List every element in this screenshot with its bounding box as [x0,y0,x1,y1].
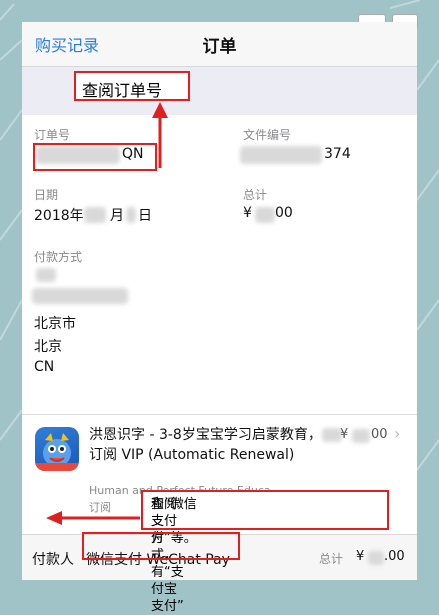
page-title: 订单 [202,37,237,57]
redacted-month [84,207,106,223]
navigation-bar: 购买记录 订单 [22,22,417,67]
footer-total-currency: ¥ [356,549,365,564]
app-name: 洪恩识字 - 3-8岁宝宝学习启蒙教育， 订阅 VIP (Automatic Re… [89,425,344,465]
date-label: 日期 [34,188,59,202]
document-number-value: 374 [324,146,351,162]
payment-method-highlight-box [82,532,240,560]
redacted-address-line [32,288,128,304]
redacted-footer-total [368,551,384,565]
item-price-currency: ¥ [340,427,349,442]
redacted-payment-line [36,268,56,282]
redacted-day [126,207,136,223]
chevron-right-icon: › [394,424,401,443]
red-arrow-left-icon [46,511,140,525]
footer-total-label: 总计 [319,552,344,566]
redacted-price [352,429,370,443]
order-number-annotation-text: 查阅订单号 [82,81,163,100]
redacted-document-number [240,146,322,164]
subscription-title-text: 订阅 VIP (Automatic Renewal) [89,447,295,463]
date-year: 2018年 [34,208,84,224]
payment-method-label: 付款方式 [34,250,83,264]
date-month-suffix: 月 [110,208,124,224]
order-number-label: 订单号 [34,128,71,142]
address-province: 北京 [34,339,62,355]
footer-total-value: .00 [384,549,405,564]
total-currency: ¥ [243,205,252,221]
red-arrow-up-icon [152,102,168,168]
app-title-text: 洪恩识字 - 3-8岁宝宝学习启蒙教育， [89,427,322,443]
order-number-annotation: 查阅订单号 [74,71,190,101]
total-value: 00 [275,205,293,221]
payment-method-annotation: 查阅支付方式，有“支付宝支付” 和“微信支付”等。 [141,490,389,614]
order-number-highlight-box [33,143,157,171]
address-country: CN [34,359,55,375]
document-number-label: 文件编号 [243,128,292,142]
payer-label: 付款人 [32,552,74,568]
total-label: 总计 [243,188,268,202]
redacted-total [255,207,275,223]
date-day-suffix: 日 [138,208,152,224]
item-price: 00 [371,427,388,442]
dragon-mascot-icon [35,427,79,471]
redacted-title-part [321,428,342,442]
address-city: 北京市 [34,316,76,332]
section-divider [22,414,417,415]
